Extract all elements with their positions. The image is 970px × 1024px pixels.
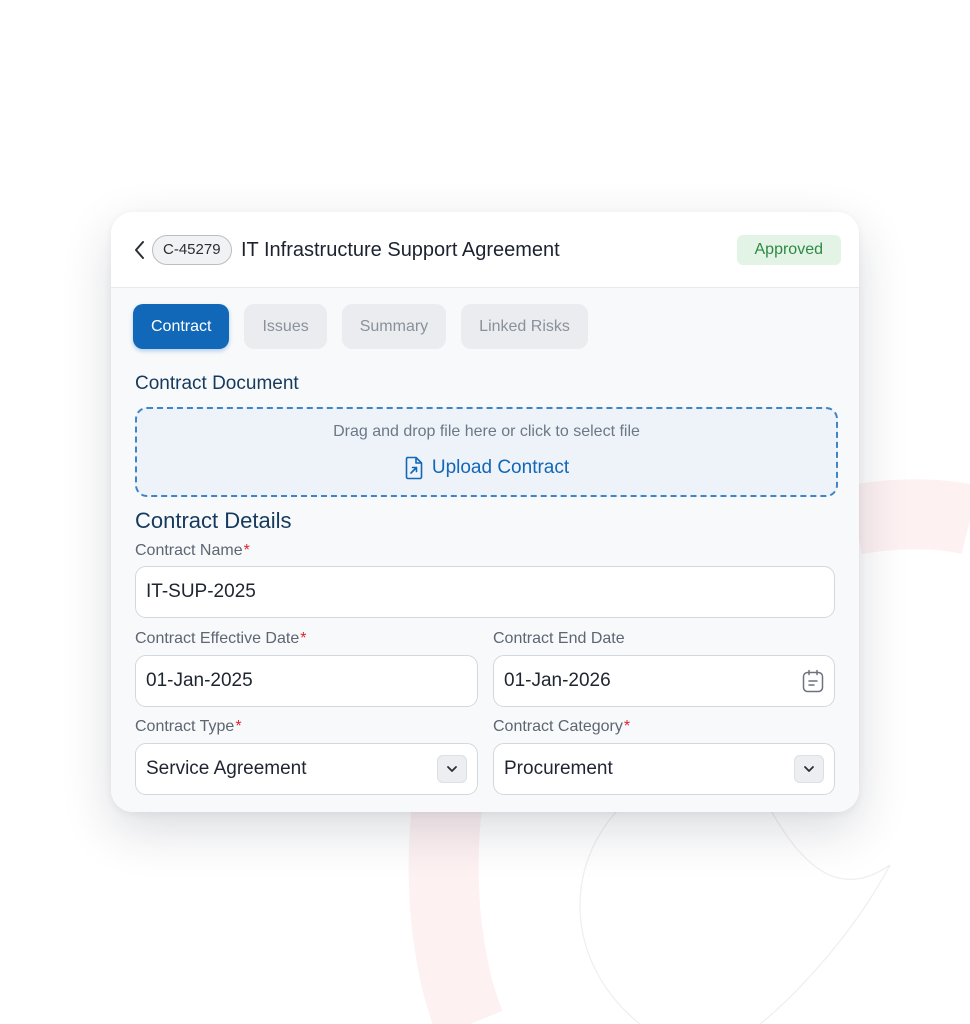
contract-category-label: Contract Category* (493, 718, 631, 735)
end-date-input[interactable]: 01-Jan-2026 (493, 655, 835, 707)
contract-category-value: Procurement (504, 758, 613, 779)
file-upload-icon (405, 456, 423, 480)
required-marker: * (235, 718, 242, 735)
upload-contract-label: Upload Contract (431, 457, 570, 478)
end-date-value: 01-Jan-2026 (504, 670, 611, 691)
contract-id-badge: C-45279 (152, 235, 232, 265)
contract-type-select[interactable]: Service Agreement (135, 743, 478, 795)
chevron-down-icon (447, 766, 457, 772)
tab-contract[interactable]: Contract (133, 304, 230, 349)
chevron-down-icon (804, 766, 814, 772)
contract-name-label: Contract Name* (135, 542, 250, 559)
tab-bar: Contract Issues Summary Linked Risks (133, 304, 588, 349)
contract-category-dropdown-button[interactable] (794, 755, 824, 783)
contract-card: C-45279 IT Infrastructure Support Agreem… (111, 212, 859, 812)
contract-type-value: Service Agreement (146, 758, 307, 779)
contract-document-heading: Contract Document (135, 373, 299, 394)
status-badge: Approved (736, 235, 841, 265)
required-marker: * (243, 542, 250, 559)
tab-issues[interactable]: Issues (244, 304, 327, 349)
effective-date-value: 01-Jan-2025 (146, 670, 253, 691)
back-button[interactable] (129, 238, 149, 262)
drop-hint: Drag and drop file here or click to sele… (333, 423, 640, 440)
card-header: C-45279 IT Infrastructure Support Agreem… (111, 212, 859, 288)
contract-name-input[interactable]: IT-SUP-2025 (135, 566, 835, 618)
effective-date-input[interactable]: 01-Jan-2025 (135, 655, 478, 707)
contract-category-select[interactable]: Procurement (493, 743, 835, 795)
contract-type-dropdown-button[interactable] (437, 755, 467, 783)
calendar-icon[interactable] (802, 669, 824, 693)
required-marker: * (623, 718, 631, 735)
chevron-left-icon (135, 241, 144, 259)
tab-linked-risks[interactable]: Linked Risks (461, 304, 588, 349)
contract-type-label: Contract Type* (135, 718, 242, 735)
required-marker: * (300, 630, 307, 647)
upload-contract-button[interactable]: Upload Contract (137, 456, 836, 480)
file-dropzone[interactable]: Drag and drop file here or click to sele… (135, 407, 838, 497)
contract-details-heading: Contract Details (135, 508, 292, 533)
effective-date-label: Contract Effective Date* (135, 630, 307, 647)
end-date-label: Contract End Date (493, 630, 625, 647)
tab-summary[interactable]: Summary (341, 304, 447, 349)
page-title: IT Infrastructure Support Agreement (241, 239, 560, 261)
